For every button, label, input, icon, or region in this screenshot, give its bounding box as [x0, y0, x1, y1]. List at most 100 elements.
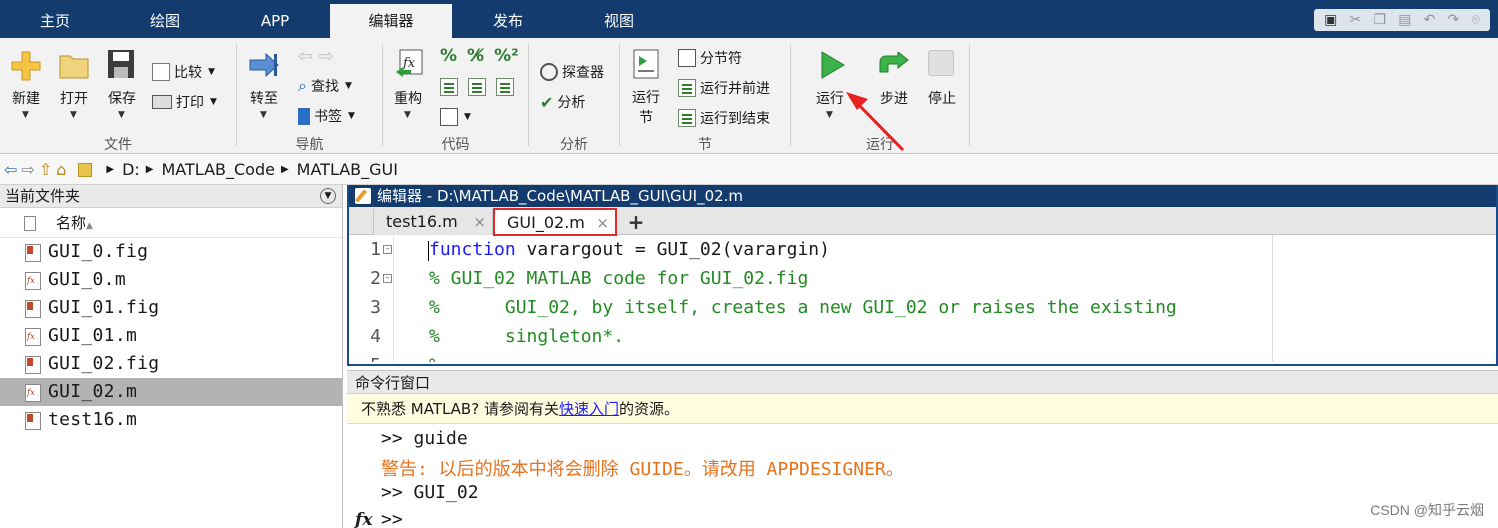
- file-list-item[interactable]: GUI_02.m: [0, 378, 342, 407]
- editor-tab-test16[interactable]: test16.m ×: [373, 209, 493, 235]
- file-list-item[interactable]: GUI_02.fig: [0, 350, 342, 378]
- ribbon-tab-bar: 主页 绘图 APP 编辑器 发布 视图 ▣ ✂ ❐ ▤ ↶ ↷ ⌾: [0, 0, 1498, 38]
- file-name: GUI_0.m: [48, 269, 126, 290]
- breadcrumb-matlab-code[interactable]: MATLAB_Code: [162, 160, 275, 179]
- editor-title: 编辑器 - D:\MATLAB_Code\MATLAB_GUI\GUI_02.m: [377, 187, 744, 205]
- line-number: 1: [370, 239, 381, 260]
- file-list-item[interactable]: GUI_0.m: [0, 266, 342, 295]
- editor-tab-strip: test16.m × GUI_02.m × +: [349, 207, 1496, 236]
- paste-icon[interactable]: ▤: [1398, 12, 1411, 28]
- comment-percent-icon[interactable]: %: [440, 46, 457, 66]
- refactor-fx-icon: fx: [396, 49, 423, 77]
- up-folder-icon[interactable]: ⇧: [39, 160, 52, 179]
- new-button[interactable]: 新建: [6, 88, 46, 108]
- stop-button[interactable]: 停止: [922, 88, 962, 108]
- undo-icon[interactable]: ↶: [1424, 12, 1436, 28]
- tab-home[interactable]: 主页: [0, 4, 110, 38]
- section-title-file: 文件: [104, 137, 132, 153]
- stopwatch-icon: [540, 63, 558, 81]
- back-forward-arrows[interactable]: ⇦ ⇨: [298, 46, 334, 67]
- right-margin-line: [1272, 235, 1273, 362]
- file-list-item[interactable]: GUI_0.fig: [0, 238, 342, 266]
- line-number: 3: [370, 297, 381, 318]
- save-dropdown-caret[interactable]: ▼: [118, 110, 125, 120]
- uncomment-percent-icon[interactable]: %̸: [467, 46, 484, 66]
- section-divider: [236, 44, 237, 146]
- tab-editor[interactable]: 编辑器: [330, 4, 452, 38]
- tab-plots[interactable]: 绘图: [110, 4, 220, 38]
- printer-icon: [152, 95, 172, 109]
- smart-indent-icon[interactable]: [440, 78, 458, 96]
- step-button[interactable]: 步进: [874, 88, 914, 108]
- name-column-header[interactable]: 名称▲: [0, 208, 342, 238]
- goto-button[interactable]: 转至: [244, 88, 284, 108]
- breadcrumb-matlab-gui[interactable]: MATLAB_GUI: [297, 160, 398, 179]
- line-number: 2: [370, 268, 381, 289]
- section-divider: [969, 44, 970, 146]
- file-list-item[interactable]: GUI_01.m: [0, 322, 342, 351]
- function-browser-fx-icon[interactable]: fx: [355, 510, 372, 528]
- goto-dropdown-caret[interactable]: ▼: [260, 110, 267, 120]
- section-break-button[interactable]: 分节符: [678, 48, 742, 68]
- code-line: %: [429, 355, 440, 362]
- close-icon[interactable]: ×: [473, 209, 486, 235]
- new-tab-button[interactable]: +: [621, 209, 651, 235]
- decrease-indent-icon[interactable]: [468, 78, 486, 96]
- open-dropdown-caret[interactable]: ▼: [70, 110, 77, 120]
- open-button[interactable]: 打开: [54, 88, 94, 108]
- help-icon[interactable]: ⌾: [1471, 12, 1479, 28]
- compare-icon: [152, 63, 170, 81]
- panel-menu-icon[interactable]: ▼: [320, 188, 336, 204]
- check-icon: ✔: [540, 92, 554, 112]
- code-area[interactable]: 1− function varargout = GUI_02(varargin) 2…: [349, 235, 1496, 362]
- code-comment: % singleton*.: [429, 326, 625, 347]
- close-icon[interactable]: ×: [596, 210, 609, 236]
- section-title-run: 运行: [866, 137, 894, 153]
- tab-publish[interactable]: 发布: [452, 4, 564, 38]
- run-dropdown-caret[interactable]: ▼: [826, 110, 833, 120]
- find-button[interactable]: ⌕ 查找 ▼: [298, 76, 352, 96]
- run-to-end-button[interactable]: 运行到结束: [678, 108, 770, 128]
- copy-icon[interactable]: ❐: [1373, 12, 1386, 28]
- profiler-button[interactable]: 探查器: [540, 62, 604, 82]
- new-dropdown-caret[interactable]: ▼: [22, 110, 29, 120]
- code-comment: %: [429, 355, 440, 362]
- file-name: GUI_02.fig: [48, 353, 160, 374]
- fig-file-icon: [25, 300, 41, 318]
- editor-title-bar: 编辑器 - D:\MATLAB_Code\MATLAB_GUI\GUI_02.m: [349, 185, 1496, 207]
- wrap-comment-icon[interactable]: %²: [494, 46, 518, 66]
- browse-folder-icon[interactable]: ⌂: [56, 160, 66, 179]
- file-name: GUI_01.fig: [48, 297, 160, 318]
- breadcrumb-drive[interactable]: D:: [122, 160, 140, 179]
- run-and-advance-button[interactable]: 运行并前进: [678, 78, 770, 98]
- bookmark-button[interactable]: 书签 ▼: [298, 106, 355, 126]
- run-button[interactable]: 运行: [810, 88, 850, 108]
- increase-indent-icon[interactable]: [496, 78, 514, 96]
- cut-icon[interactable]: ✂: [1350, 12, 1362, 28]
- run-section-button[interactable]: 运行 节: [626, 88, 666, 128]
- quick-start-link[interactable]: 快速入门: [559, 400, 619, 418]
- refactor-button[interactable]: 重构: [388, 88, 428, 108]
- redo-icon[interactable]: ↷: [1448, 12, 1460, 28]
- compare-button[interactable]: 比较 ▼: [152, 62, 215, 82]
- fold-toggle-icon[interactable]: −: [383, 245, 392, 254]
- refactor-dropdown-caret[interactable]: ▼: [404, 110, 411, 120]
- command-line: >> guide: [381, 428, 468, 449]
- run-play-icon: [821, 51, 845, 79]
- forward-arrow-icon[interactable]: ⇨: [21, 160, 34, 179]
- analyze-button[interactable]: ✔ 分析: [540, 92, 585, 112]
- current-folder-header: 当前文件夹 ▼: [0, 185, 342, 208]
- tab-view[interactable]: 视图: [564, 4, 674, 38]
- fold-toggle-icon[interactable]: −: [383, 274, 392, 283]
- file-list-item[interactable]: test16.m: [0, 406, 342, 434]
- back-arrow-icon[interactable]: ⇦: [4, 160, 17, 179]
- folder-icon: [78, 162, 93, 177]
- tab-apps[interactable]: APP: [220, 4, 330, 38]
- file-list-item[interactable]: GUI_01.fig: [0, 294, 342, 322]
- save-button[interactable]: 保存: [102, 88, 142, 108]
- print-button[interactable]: 打印 ▼: [152, 92, 217, 112]
- chevron-right-icon: ▶: [145, 164, 154, 175]
- insert-function-button[interactable]: ▼: [440, 108, 471, 126]
- save-icon[interactable]: ▣: [1324, 12, 1337, 28]
- editor-tab-gui-02[interactable]: GUI_02.m ×: [493, 208, 617, 236]
